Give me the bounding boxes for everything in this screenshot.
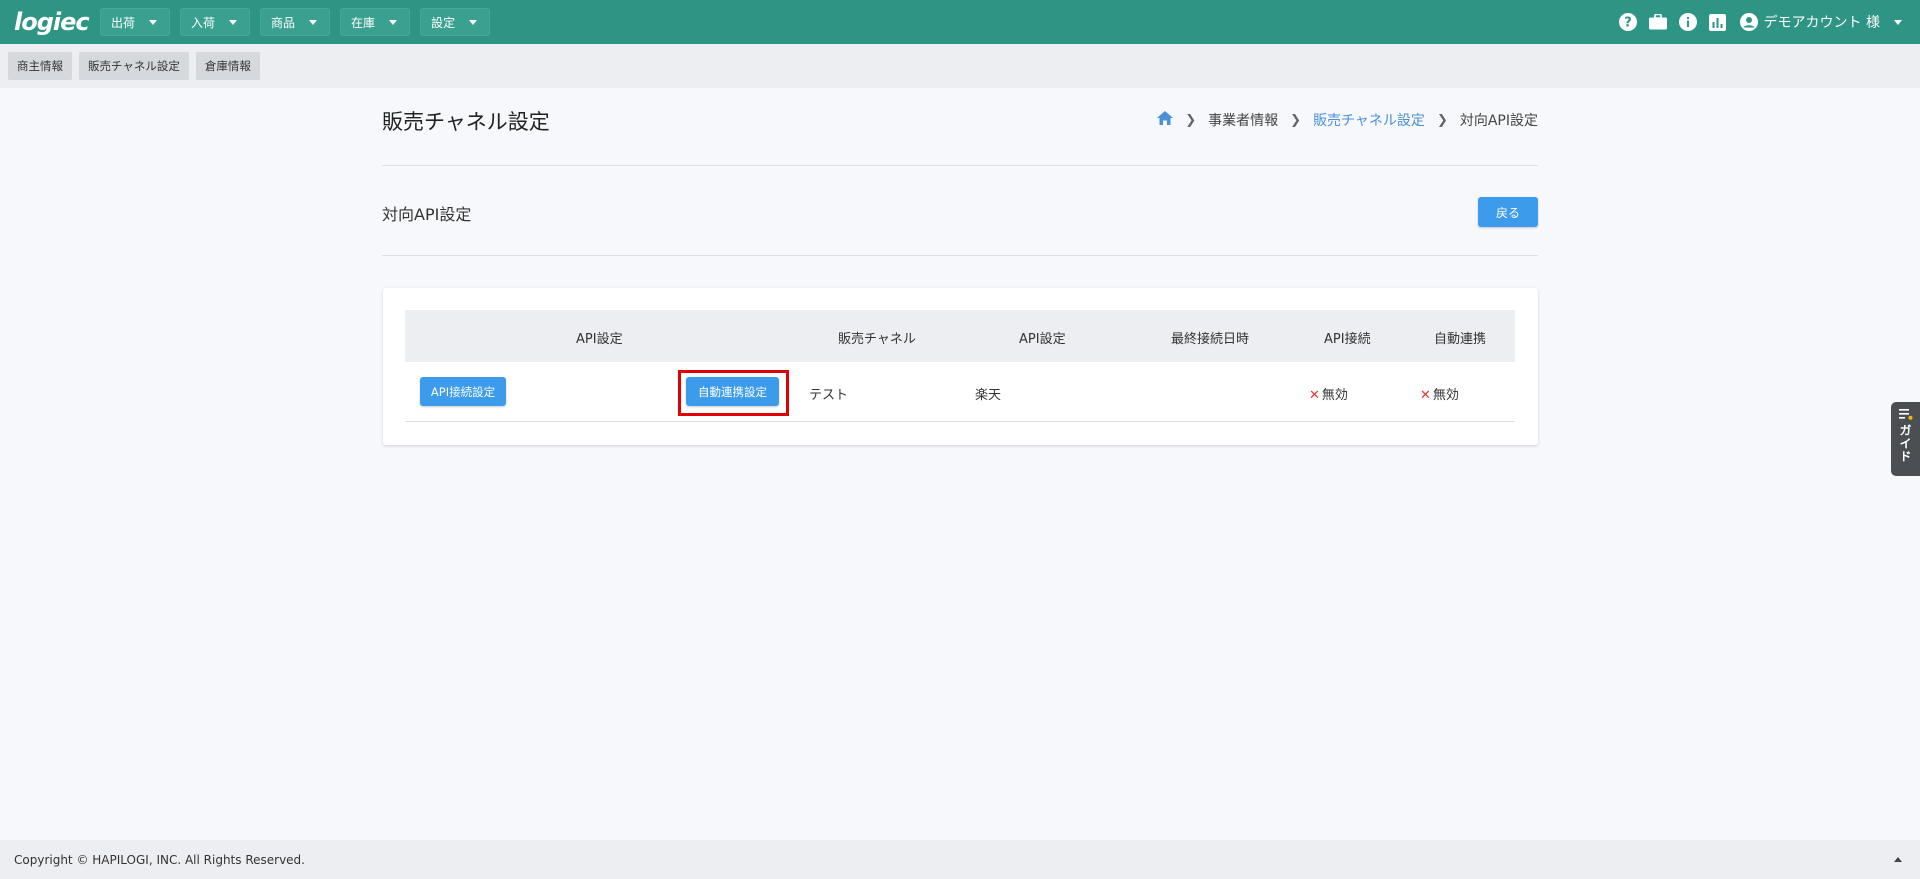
auto-link-status: ✕ 無効 [1420,388,1459,403]
caret-down-icon [389,19,398,25]
menu-settings[interactable]: 設定 [420,8,491,36]
chevron-right-icon: ❯ [1185,112,1197,128]
menu-inventory[interactable]: 在庫 [340,8,411,36]
user-menu[interactable]: デモアカウント 様 [1739,12,1902,32]
breadcrumb-business-info: 事業者情報 [1208,113,1279,129]
channel-name: テスト [809,388,849,403]
caret-up-icon[interactable] [1894,857,1902,862]
section-title: 対向API設定 [382,205,472,224]
caret-down-icon [309,19,318,25]
account-circle-icon [1739,13,1758,31]
chevron-right-icon: ❯ [1436,112,1448,128]
divider [382,165,1538,166]
x-icon: ✕ [1309,388,1320,403]
help-icon[interactable]: ? [1618,12,1638,32]
briefcase-icon[interactable] [1648,12,1668,32]
caret-down-icon [229,19,238,25]
page-title: 販売チャネル設定 [382,110,550,134]
table-row: API接続設定 自動連携設定 テスト 楽天 ✕ 無効 ✕ 無効 [405,362,1515,422]
header-auto-link: 自動連携 [1434,332,1487,347]
header-api-connection: API接続 [1324,332,1371,347]
menu-shipping[interactable]: 出荷 [100,8,171,36]
api-type-value: 楽天 [975,388,1002,403]
menu-label: 入荷 [191,15,216,30]
chevron-right-icon: ❯ [1290,112,1302,128]
header-sales-channel: 販売チャネル [838,332,916,347]
menu-products[interactable]: 商品 [260,8,331,36]
info-icon[interactable] [1678,12,1698,32]
caret-down-icon [469,19,478,25]
top-navbar: logiec 出荷 入荷 商品 在庫 設定 ? デモアカウント 様 [0,0,1920,44]
menu-receiving[interactable]: 入荷 [180,8,251,36]
auto-link-settings-button[interactable]: 自動連携設定 [686,377,779,406]
svg-text:?: ? [1624,16,1632,31]
table-header: API設定 販売チャネル API設定 最終接続日時 API接続 自動連携 [405,310,1515,362]
header-api-settings: API設定 [576,332,623,347]
breadcrumb-current: 対向API設定 [1459,113,1538,129]
tab-shipper-info[interactable]: 商主情報 [8,52,72,80]
top-right-tools: ? デモアカウント 様 [1618,0,1902,44]
guide-tab[interactable]: ガイド [1891,402,1920,476]
menu-label: 在庫 [351,15,376,30]
checklist-icon [1898,409,1912,420]
analytics-icon[interactable] [1708,12,1728,32]
footer: Copyright © HAPILOGI, INC. All Rights Re… [0,840,1920,879]
copyright: Copyright © HAPILOGI, INC. All Rights Re… [14,852,305,867]
back-button[interactable]: 戻る [1478,197,1538,227]
header-last-connected: 最終接続日時 [1171,332,1250,347]
menu-label: 出荷 [111,15,136,30]
breadcrumb-sales-channel-link[interactable]: 販売チャネル設定 [1313,110,1425,130]
api-settings-card: API設定 販売チャネル API設定 最終接続日時 API接続 自動連携 API… [383,288,1538,445]
x-icon: ✕ [1420,388,1431,403]
breadcrumb: ❯ 事業者情報 ❯ 販売チャネル設定 ❯ 対向API設定 [1157,110,1538,130]
user-name: デモアカウント 様 [1763,15,1880,31]
api-connection-settings-button[interactable]: API接続設定 [420,377,506,406]
header-api-type: API設定 [1019,332,1066,347]
tab-warehouse-info[interactable]: 倉庫情報 [195,52,260,80]
menu-label: 商品 [271,15,296,30]
main-menu: 出荷 入荷 商品 在庫 設定 [100,8,491,36]
api-connection-status: ✕ 無効 [1309,388,1348,403]
caret-down-icon [149,19,158,25]
caret-down-icon [1894,19,1902,25]
api-settings-table: API設定 販売チャネル API設定 最終接続日時 API接続 自動連携 API… [405,310,1515,422]
sub-tabs: 商主情報 販売チャネル設定 倉庫情報 [0,44,1920,88]
divider [382,255,1538,256]
home-icon[interactable] [1157,111,1174,129]
guide-label: ガイド [1898,424,1912,463]
menu-label: 設定 [431,15,456,30]
tab-sales-channel-settings[interactable]: 販売チャネル設定 [79,52,189,80]
logo[interactable]: logiec [14,8,90,36]
